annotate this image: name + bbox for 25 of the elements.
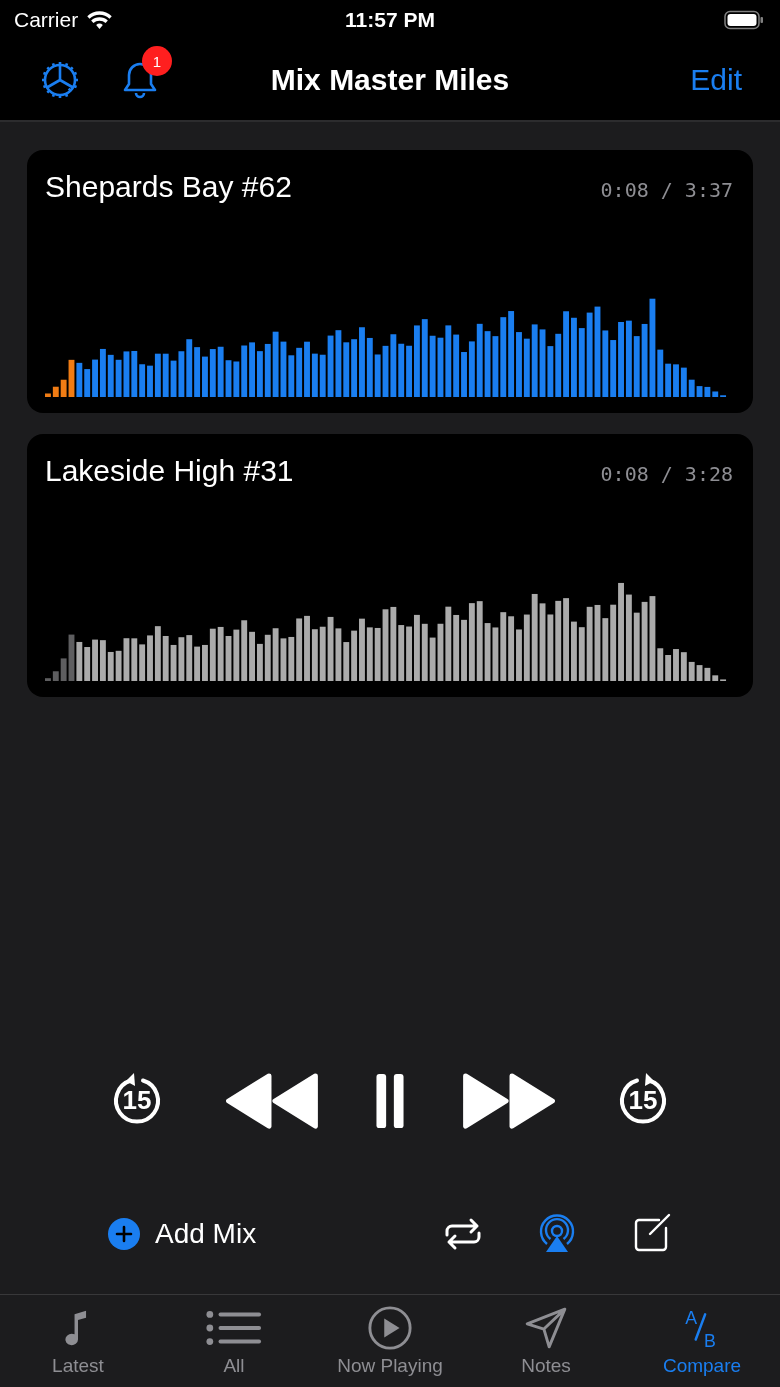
carrier-label: Carrier <box>14 8 79 32</box>
skip-forward-button[interactable]: 15 <box>613 1071 673 1131</box>
tab[interactable]: Notes <box>468 1295 624 1387</box>
track-title: Shepards Bay #62 <box>45 170 292 204</box>
track-time: 0:08 / 3:28 <box>600 462 733 486</box>
paper-plane-icon <box>523 1305 569 1351</box>
edit-button[interactable]: Edit <box>690 63 742 97</box>
track-title: Lakeside High #31 <box>45 454 294 488</box>
battery-icon <box>724 10 764 30</box>
wifi-icon <box>86 10 114 30</box>
clock: 11:57 PM <box>345 8 435 32</box>
notification-badge: 1 <box>142 46 172 76</box>
track-card[interactable]: Shepards Bay #62 0:08 / 3:37 <box>27 150 753 413</box>
plus-icon <box>107 1217 141 1251</box>
tab[interactable]: All <box>156 1295 312 1387</box>
tab[interactable]: Latest <box>0 1295 156 1387</box>
track-time: 0:08 / 3:37 <box>600 178 733 202</box>
track-card[interactable]: Lakeside High #31 0:08 / 3:28 <box>27 434 753 697</box>
tab[interactable]: A B Compare <box>624 1295 780 1387</box>
add-mix-button[interactable]: Add Mix <box>107 1217 257 1251</box>
tab[interactable]: Now Playing <box>312 1295 468 1387</box>
screen-title: Mix Master Miles <box>270 63 510 97</box>
play-circle-icon <box>367 1305 413 1351</box>
pause-button[interactable] <box>374 1072 406 1130</box>
skip-back-button[interactable]: 15 <box>107 1071 167 1131</box>
